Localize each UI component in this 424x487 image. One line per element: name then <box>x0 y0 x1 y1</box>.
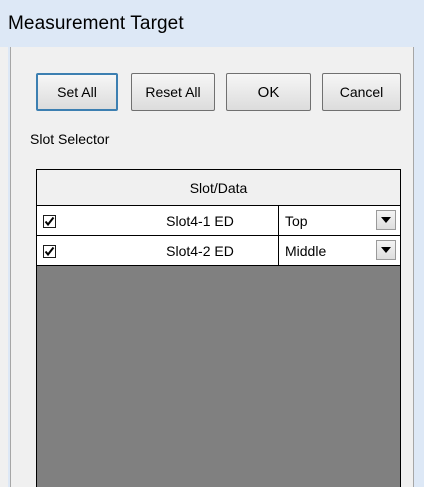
cancel-button[interactable]: Cancel <box>322 73 401 111</box>
ok-button[interactable]: OK <box>226 73 311 111</box>
title-bar: Measurement Target <box>0 0 424 47</box>
table-row: Slot4-1 ED Top <box>37 206 400 236</box>
dropdown-button[interactable] <box>376 210 396 230</box>
reset-all-button[interactable]: Reset All <box>131 73 215 111</box>
chevron-down-icon <box>381 217 391 223</box>
position-select-value: Middle <box>285 243 327 259</box>
checkmark-icon <box>44 246 55 257</box>
row-checkbox[interactable] <box>43 215 56 228</box>
slot-name: Slot4-1 ED <box>166 213 234 229</box>
window-title: Measurement Target <box>8 13 184 34</box>
slot-selector-label: Slot Selector <box>30 131 110 147</box>
position-select[interactable]: Top <box>278 206 400 235</box>
slot-table: Slot/Data Slot4-1 ED Top Slot4-2 ED Midd… <box>36 169 401 487</box>
slot-name: Slot4-2 ED <box>166 243 234 259</box>
column-header-slot-data: Slot/Data <box>189 180 248 196</box>
table-row: Slot4-2 ED Middle <box>37 236 400 266</box>
set-all-button[interactable]: Set All <box>36 73 118 111</box>
chevron-down-icon <box>381 247 391 253</box>
measurement-target-dialog: Measurement Target Set All Reset All OK … <box>0 0 424 487</box>
row-checkbox[interactable] <box>43 245 56 258</box>
dropdown-button[interactable] <box>376 240 396 260</box>
table-header: Slot/Data <box>37 170 400 206</box>
window-frame-right <box>414 47 424 487</box>
checkmark-icon <box>44 216 55 227</box>
position-select-value: Top <box>285 213 308 229</box>
position-select[interactable]: Middle <box>278 236 400 265</box>
